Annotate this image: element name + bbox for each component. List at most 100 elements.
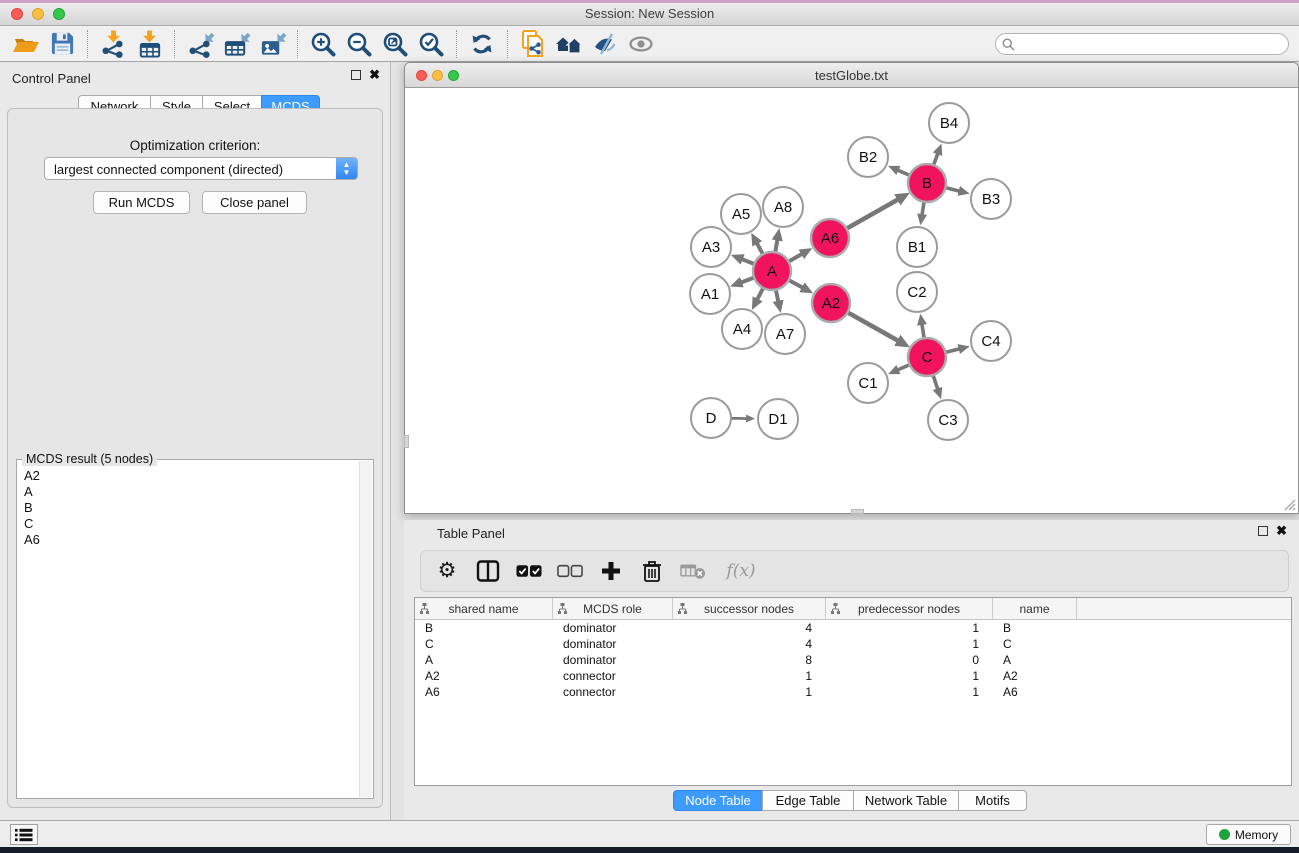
export-network-button[interactable] [182,29,218,59]
window-resize-grip-left[interactable] [404,435,409,448]
export-table-button[interactable] [218,29,254,59]
network-node[interactable]: A8 [763,187,803,227]
export-image-button[interactable] [254,29,290,59]
window-resize-grip-corner[interactable] [1282,497,1296,511]
search-field[interactable] [995,33,1289,55]
network-edge[interactable] [943,348,964,353]
add-column-button[interactable] [598,557,624,585]
network-edge[interactable] [735,277,756,285]
network-edge[interactable] [943,187,964,192]
network-node[interactable]: C1 [848,363,888,403]
show-hide-graphics-details-button[interactable] [587,29,623,59]
refresh-button[interactable] [464,29,500,59]
delete-column-button[interactable] [639,557,665,585]
mcds-result-item[interactable]: A [21,484,357,500]
zoom-fit-button[interactable] [377,29,413,59]
list-icon [15,828,33,842]
network-node[interactable]: A [753,252,791,290]
network-edge[interactable] [932,373,939,394]
task-history-button[interactable] [10,824,38,845]
deselect-all-button[interactable] [557,557,583,585]
table-cell: 1 [673,668,826,684]
delete-table-button[interactable] [680,557,706,585]
table-header-row: shared nameMCDS rolesuccessor nodesprede… [415,598,1291,620]
network-node[interactable]: B [908,164,946,202]
mcds-result-item[interactable]: A6 [21,532,357,548]
import-table-button[interactable] [131,29,167,59]
network-node[interactable]: A1 [690,274,730,314]
mcds-result-item[interactable]: B [21,500,357,516]
column-header[interactable]: name [993,598,1077,620]
network-node[interactable]: B1 [897,227,937,267]
network-node[interactable]: C3 [928,400,968,440]
close-panel-button[interactable]: Close panel [202,191,307,214]
tab-node-table[interactable]: Node Table [673,790,763,811]
attribute-type-icon [558,603,567,617]
network-node[interactable]: D1 [758,399,798,439]
function-builder-button[interactable]: f(x) [721,557,761,585]
open-session-button[interactable] [8,29,44,59]
tab-edge-table[interactable]: Edge Table [762,790,854,811]
table-row[interactable]: Cdominator41C [415,636,1291,652]
network-node[interactable]: B3 [971,179,1011,219]
memory-button[interactable]: Memory [1206,824,1291,845]
criterion-dropdown[interactable]: largest connected component (directed) ▲… [44,157,358,180]
result-scrollbar[interactable] [359,461,372,797]
network-edge[interactable] [787,251,808,263]
network-node[interactable]: B2 [848,137,888,177]
table-row[interactable]: A6connector11A6 [415,684,1291,700]
network-edge[interactable] [787,279,808,290]
table-row[interactable]: Adominator80A [415,652,1291,668]
column-header[interactable]: predecessor nodes [826,598,993,620]
float-panel-icon[interactable] [351,70,361,80]
column-header[interactable]: shared name [415,598,553,620]
network-node[interactable]: A6 [811,219,849,257]
save-icon [50,31,75,56]
zoom-selected-button[interactable] [413,29,449,59]
column-header[interactable]: MCDS role [553,598,673,620]
gear-icon: ⚙ [438,560,457,582]
table-row[interactable]: A2connector11A2 [415,668,1291,684]
zoom-out-button[interactable] [341,29,377,59]
network-node[interactable]: D [691,398,731,438]
window-resize-grip-bottom[interactable] [851,509,864,514]
network-node[interactable]: A5 [721,194,761,234]
network-node[interactable]: C2 [897,272,937,312]
table-cell: dominator [553,620,673,636]
mcds-result-item[interactable]: A2 [21,468,357,484]
network-edge[interactable] [846,311,905,344]
table-settings-button[interactable]: ⚙ [434,557,460,585]
search-input[interactable] [1018,35,1280,53]
network-node[interactable]: C [908,338,946,376]
tab-motifs[interactable]: Motifs [958,790,1027,811]
memory-label: Memory [1235,828,1278,842]
node-label: A2 [822,295,840,312]
close-table-panel-icon[interactable]: ✖ [1276,526,1287,536]
eye-button[interactable] [623,29,659,59]
tab-network-table[interactable]: Network Table [853,790,959,811]
new-network-from-selection-button[interactable] [515,29,551,59]
zoom-in-button[interactable] [305,29,341,59]
column-header[interactable]: successor nodes [673,598,826,620]
network-node[interactable]: A3 [691,227,731,267]
close-panel-icon[interactable]: ✖ [369,70,380,80]
float-table-panel-icon[interactable] [1258,526,1268,536]
column-visibility-button[interactable] [475,557,501,585]
network-node[interactable]: A2 [812,284,850,322]
network-node[interactable]: A4 [722,309,762,349]
mcds-result-item[interactable]: C [21,516,357,532]
network-canvas[interactable]: B4 B2 B B3 A5A8A6 B1 A3 A C2 A1 A2 A4A7 C4 C C1 C3 D D1 [405,89,1298,513]
network-window-titlebar[interactable]: testGlobe.txt [405,63,1298,88]
save-session-button[interactable] [44,29,80,59]
run-mcds-button[interactable]: Run MCDS [93,191,190,214]
network-node[interactable]: A7 [765,314,805,354]
network-node[interactable]: B4 [929,103,969,143]
select-all-button[interactable] [516,557,542,585]
network-edge[interactable] [845,196,905,230]
home-button[interactable] [551,29,587,59]
table-panel: Table Panel ✖ ⚙ [404,520,1299,820]
import-network-button[interactable] [95,29,131,59]
network-node[interactable]: C4 [971,321,1011,361]
table-row[interactable]: Bdominator41B [415,620,1291,636]
network-edge[interactable] [921,319,924,341]
